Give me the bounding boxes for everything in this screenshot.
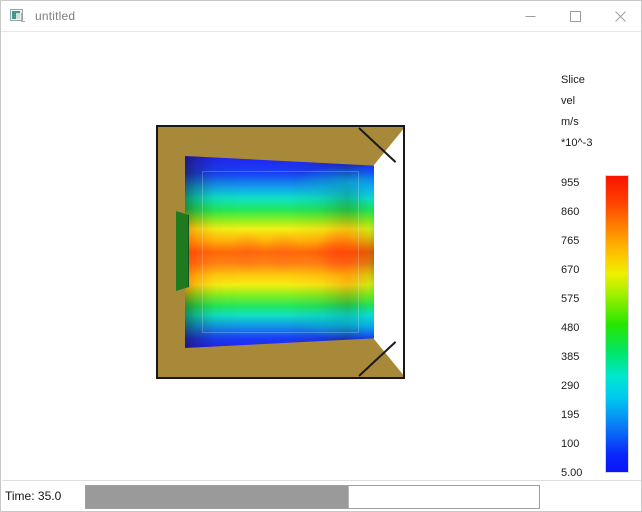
render-viewport[interactable]: Slice vel m/s *10^-3 955 860 765 670 575… — [2, 32, 641, 480]
legend-units: m/s — [561, 116, 579, 128]
colorbar-tick: 195 — [561, 409, 580, 421]
close-icon — [615, 10, 626, 22]
colorbar-tick: 955 — [561, 177, 580, 189]
colorbar-tick: 100 — [561, 438, 580, 450]
window-title: untitled — [35, 9, 76, 23]
minimize-button[interactable] — [508, 1, 553, 31]
colorbar-tick-labels: 955 860 765 670 575 480 385 290 195 100 … — [561, 175, 601, 479]
colorbar-tick: 290 — [561, 380, 580, 392]
mesh-outline — [156, 125, 405, 379]
status-bar: Time: 35.0 — [2, 480, 641, 511]
colorbar-group[interactable]: 955 860 765 670 575 480 385 290 195 100 … — [561, 175, 641, 479]
rainbow-colorbar[interactable] — [605, 175, 629, 473]
maximize-button[interactable] — [553, 1, 598, 31]
legend-quantity: vel — [561, 95, 576, 107]
colorbar-tick: 385 — [561, 351, 580, 363]
minimize-icon — [525, 15, 536, 17]
app-icon-corner — [21, 13, 25, 22]
maximize-icon — [570, 10, 581, 22]
colorbar-tick: 765 — [561, 235, 580, 247]
colorbar-tick: 860 — [561, 206, 580, 218]
time-slider[interactable] — [85, 485, 540, 509]
smokeview-app-icon — [10, 8, 26, 24]
time-slider-fill — [86, 486, 349, 508]
legend-scale: *10^-3 — [561, 137, 593, 149]
colorbar-tick: 575 — [561, 293, 580, 305]
colorbar-tick: 670 — [561, 264, 580, 276]
smokeview-window: untitled Slice vel m/s *10^-3 955 860 76… — [0, 0, 642, 512]
app-icon-shape-light — [16, 13, 20, 19]
colorbar-tick: 5.00 — [561, 467, 583, 479]
duct-mesh-box[interactable] — [156, 125, 410, 381]
time-label: Time: 35.0 — [5, 489, 62, 503]
title-bar: untitled — [1, 1, 641, 32]
colorbar-tick: 480 — [561, 322, 580, 334]
legend-type: Slice — [561, 74, 585, 86]
legend-header: Slice vel m/s *10^-3 — [561, 70, 639, 154]
close-button[interactable] — [598, 1, 641, 31]
